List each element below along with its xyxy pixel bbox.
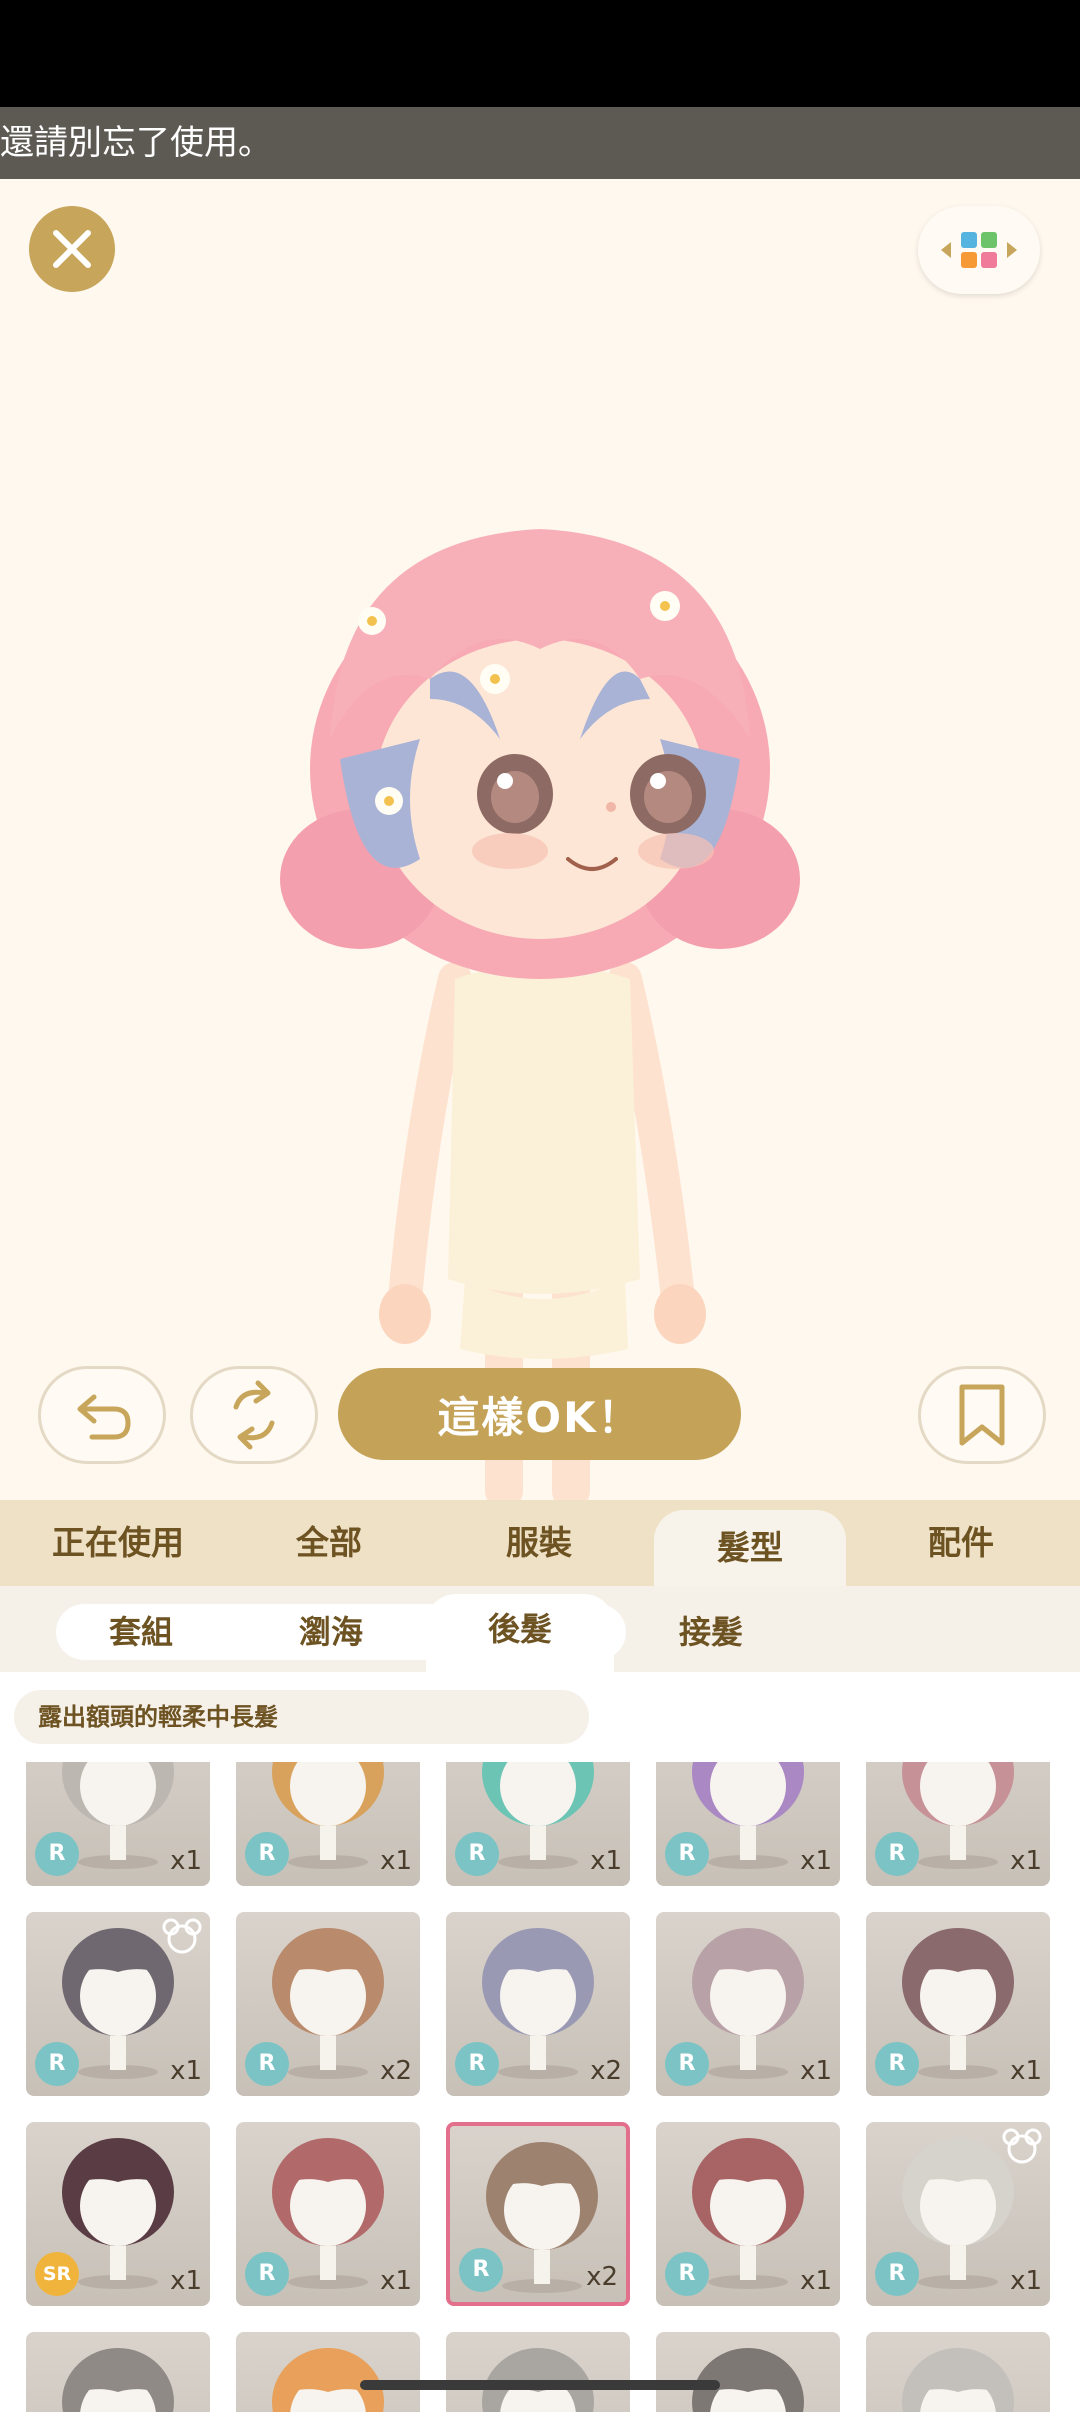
rarity-badge: SR	[35, 2252, 79, 2296]
rarity-badge: R	[459, 2248, 503, 2292]
rarity-badge: R	[665, 1832, 709, 1876]
item-count: x2	[586, 2262, 618, 2292]
item-count: x1	[590, 1846, 622, 1876]
rarity-badge: R	[245, 2252, 289, 2296]
hair-item[interactable]	[26, 2332, 210, 2412]
item-count: x1	[1010, 2056, 1042, 2086]
rarity-badge: R	[455, 2042, 499, 2086]
rarity-badge: R	[665, 2042, 709, 2086]
rarity-badge: R	[245, 1832, 289, 1876]
hair-item[interactable]: Rx1	[446, 1762, 630, 1886]
hair-item[interactable]: Rx1	[656, 2122, 840, 2306]
subcategory-tabs: 套組 瀏海 後髮 接髮	[0, 1586, 1080, 1672]
notice-banner: 還請別忘了使用。	[0, 107, 1080, 179]
item-grid: Rx1 Rx1 Rx1 Rx1 Rx1 Rx1 Rx2 Rx2 Rx1 Rx1 SR x1 Rx1 Rx2…	[0, 1762, 1080, 2412]
hair-item[interactable]	[236, 2332, 420, 2412]
rarity-badge: R	[875, 2252, 919, 2296]
hair-on-stand-icon	[902, 2348, 1014, 2412]
subtab-back-hair[interactable]: 後髮	[426, 1594, 614, 1672]
rarity-badge: R	[245, 2042, 289, 2086]
subtab-extensions[interactable]: 接髮	[626, 1604, 796, 1660]
hair-item[interactable]: Rx1	[866, 1912, 1050, 2096]
avatar-stage	[0, 179, 1080, 1500]
refresh-icon	[233, 1380, 275, 1450]
hair-item[interactable]: Rx2	[446, 1912, 630, 2096]
rarity-badge: R	[35, 2042, 79, 2086]
color-grid-icon	[941, 232, 1017, 268]
bookmark-icon	[959, 1384, 1005, 1446]
hair-item[interactable]: Rx1	[866, 2122, 1050, 2306]
undo-arrow-icon	[77, 1394, 131, 1440]
hair-item[interactable]: Rx1	[236, 2122, 420, 2306]
item-count: x1	[1010, 1846, 1042, 1876]
hair-item[interactable]: Rx1	[26, 1912, 210, 2096]
tab-accessories[interactable]: 配件	[866, 1500, 1056, 1586]
tab-hairstyle[interactable]: 髮型	[654, 1510, 846, 1586]
tab-in-use[interactable]: 正在使用	[0, 1500, 236, 1586]
style-switch-button[interactable]	[918, 206, 1040, 294]
item-count: x1	[170, 1846, 202, 1876]
item-count: x1	[170, 2266, 202, 2296]
item-description: 露出額頭的輕柔中長髮	[14, 1690, 589, 1744]
hair-item[interactable]: Rx1	[866, 1762, 1050, 1886]
hair-item[interactable]: SR x1	[26, 2122, 210, 2306]
close-icon	[53, 230, 91, 268]
item-count: x1	[800, 2056, 832, 2086]
hair-item[interactable]: Rx2	[446, 2122, 630, 2306]
home-indicator[interactable]	[360, 2380, 720, 2390]
confirm-ok-button[interactable]: 這樣OK！	[338, 1368, 741, 1460]
subtab-set[interactable]: 套組	[56, 1604, 226, 1660]
item-count: x2	[380, 2056, 412, 2086]
tab-clothing[interactable]: 服裝	[444, 1500, 634, 1586]
avatar-character	[280, 529, 800, 1500]
undo-button[interactable]	[38, 1366, 166, 1464]
item-count: x1	[170, 2056, 202, 2086]
item-count: x1	[380, 2266, 412, 2296]
item-count: x1	[800, 1846, 832, 1876]
item-count: x1	[800, 2266, 832, 2296]
status-bar	[0, 0, 1080, 107]
rarity-badge: R	[35, 1832, 79, 1876]
hair-on-stand-icon	[62, 2348, 174, 2412]
subtab-bangs[interactable]: 瀏海	[246, 1604, 416, 1660]
item-count: x2	[590, 2056, 622, 2086]
hair-item[interactable]	[866, 2332, 1050, 2412]
rarity-badge: R	[665, 2252, 709, 2296]
hair-item[interactable]	[446, 2332, 630, 2412]
item-count: x1	[380, 1846, 412, 1876]
bear-badge-icon	[1002, 2128, 1042, 2164]
hair-on-stand-icon	[692, 2348, 804, 2412]
bear-badge-icon	[162, 1918, 202, 1954]
rarity-badge: R	[455, 1832, 499, 1876]
hair-item[interactable]: Rx1	[236, 1762, 420, 1886]
rarity-badge: R	[875, 1832, 919, 1876]
rarity-badge: R	[875, 2042, 919, 2086]
randomize-button[interactable]	[190, 1366, 318, 1464]
hair-item[interactable]: Rx1	[656, 1912, 840, 2096]
tab-all[interactable]: 全部	[236, 1500, 422, 1586]
item-count: x1	[1010, 2266, 1042, 2296]
category-tabs: 正在使用 全部 服裝 髮型 配件	[0, 1500, 1080, 1586]
hair-item[interactable]: Rx2	[236, 1912, 420, 2096]
item-list-area: 露出額頭的輕柔中長髮 Rx1 Rx1 Rx1 Rx1 Rx1 Rx1 Rx2 Rx2 Rx1 Rx…	[0, 1672, 1080, 2412]
hair-on-stand-icon	[272, 2348, 384, 2412]
hair-on-stand-icon	[482, 2348, 594, 2412]
hair-item[interactable]: Rx1	[26, 1762, 210, 1886]
bookmark-button[interactable]	[918, 1366, 1046, 1464]
close-button[interactable]	[29, 206, 115, 292]
hair-item[interactable]	[656, 2332, 840, 2412]
hair-item[interactable]: Rx1	[656, 1762, 840, 1886]
